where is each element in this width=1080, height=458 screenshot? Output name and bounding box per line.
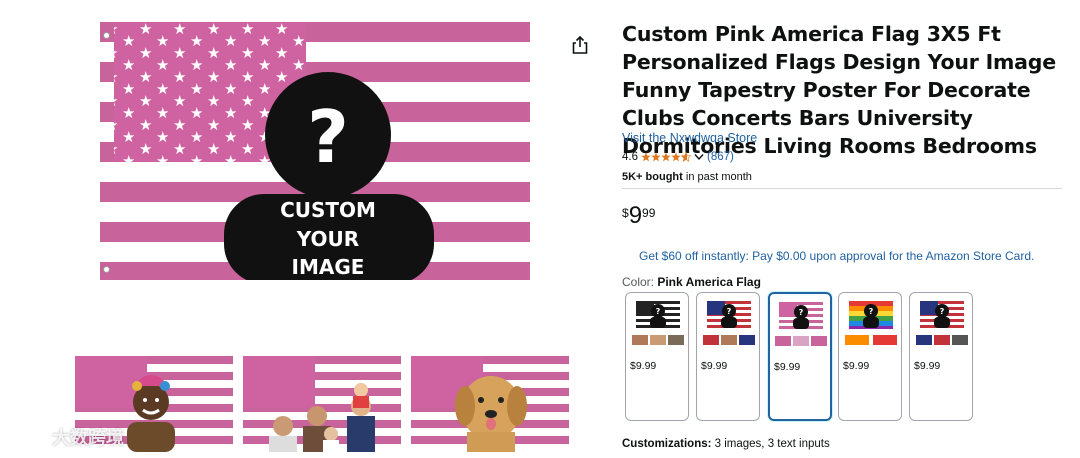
- flag-grommet: [103, 266, 110, 273]
- thumbnail-image: [243, 356, 401, 452]
- color-label: Color: Pink America Flag: [622, 275, 761, 289]
- svg-text:YOUR: YOUR: [296, 227, 359, 251]
- svg-text:?: ?: [307, 95, 349, 179]
- bought-in-past-month: 5K+ bought in past month: [622, 171, 752, 183]
- star-rating-icon[interactable]: [641, 152, 691, 162]
- price-fraction: 99: [642, 206, 656, 220]
- swatch-price: $9.99: [843, 360, 870, 372]
- swatch-rainbow-flag[interactable]: ? $9.99: [838, 292, 902, 421]
- color-label-prefix: Color:: [622, 275, 658, 289]
- color-value: Pink America Flag: [657, 275, 761, 289]
- svg-text:CUSTOM: CUSTOM: [280, 198, 376, 222]
- price-currency: $: [622, 206, 629, 220]
- svg-text:?: ?: [727, 307, 732, 316]
- swatch-image: ?: [703, 301, 755, 345]
- svg-text:?: ?: [656, 307, 661, 316]
- main-product-image[interactable]: ★ ★ ? CUSTOM YOUR IMAGE: [100, 22, 530, 280]
- customizations-value: 3 images, 3 text inputs: [711, 438, 830, 450]
- svg-text:?: ?: [799, 308, 804, 317]
- flag-grommet: [103, 32, 110, 39]
- customizations-label: Customizations:: [622, 438, 712, 450]
- price: $ 9 99: [622, 203, 655, 229]
- share-icon[interactable]: [571, 35, 589, 55]
- customizations-summary: Customizations: 3 images, 3 text inputs: [622, 438, 830, 450]
- swatch-image: ?: [845, 301, 897, 345]
- star-full-icon: [671, 152, 681, 162]
- swatch-image: ?: [775, 302, 827, 346]
- swatch-pink-flag[interactable]: ? $9.99: [768, 292, 832, 421]
- swatch-price: $9.99: [914, 360, 941, 372]
- swatch-price: $9.99: [774, 361, 801, 373]
- bought-period: in past month: [682, 171, 752, 183]
- swatch-image: ?: [632, 301, 684, 345]
- swatch-usa-flag-2[interactable]: ? $9.99: [909, 292, 973, 421]
- store-card-promo-link[interactable]: Get $60 off instantly: Pay $0.00 upon ap…: [639, 249, 1034, 263]
- svg-text:?: ?: [940, 307, 945, 316]
- watermark-logo-icon: [8, 427, 46, 447]
- swatch-black-white-flag[interactable]: ? $9.99: [625, 292, 689, 421]
- star-full-icon: [641, 152, 651, 162]
- swatch-price: $9.99: [630, 360, 657, 372]
- thumbnail-image: [411, 356, 569, 452]
- rating-value: 4.6: [622, 151, 638, 163]
- bought-count: 5K+ bought: [622, 171, 683, 183]
- star-full-icon: [651, 152, 661, 162]
- chevron-down-icon[interactable]: [694, 153, 704, 161]
- star-full-icon: [661, 152, 671, 162]
- swatch-image: ?: [916, 301, 968, 345]
- divider: [622, 188, 1062, 189]
- swatch-usa-flag[interactable]: ? $9.99: [696, 292, 760, 421]
- rating-count-link[interactable]: (867): [707, 151, 734, 163]
- svg-text:IMAGE: IMAGE: [292, 255, 365, 279]
- watermark-text: 大数跨境: [52, 428, 124, 448]
- rating-row[interactable]: 4.6 (867): [622, 151, 734, 163]
- svg-text:?: ?: [869, 307, 874, 316]
- star-half-icon: [681, 152, 691, 162]
- thumbnail-dog-flag[interactable]: [411, 356, 569, 452]
- watermark: 大数跨境: [8, 424, 124, 450]
- swatch-price: $9.99: [701, 360, 728, 372]
- store-link[interactable]: Visit the Nxwdwqa Store: [622, 131, 757, 145]
- price-whole: 9: [628, 202, 643, 229]
- pink-flag-image: ★ ★ ? CUSTOM YOUR IMAGE: [100, 22, 530, 280]
- thumbnail-family-flag[interactable]: [243, 356, 401, 452]
